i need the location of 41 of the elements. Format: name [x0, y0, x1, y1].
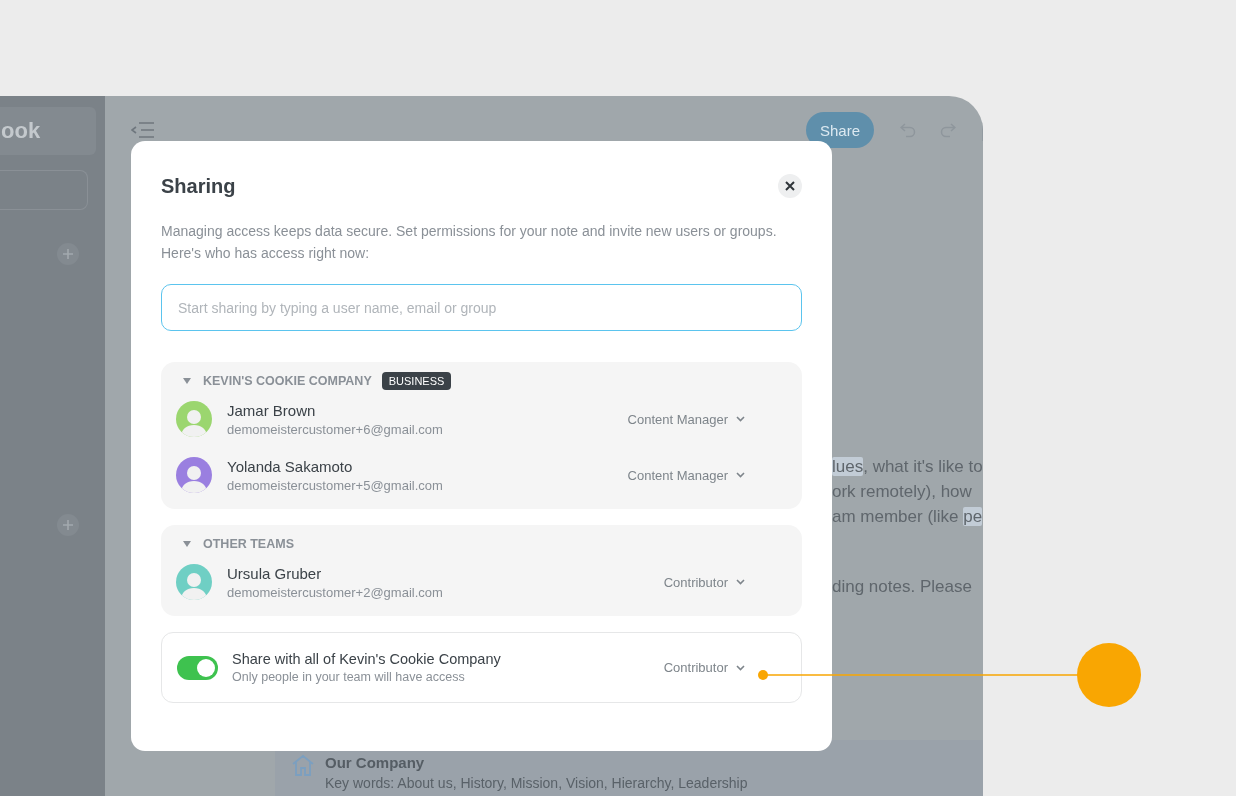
- member-name: Yolanda Sakamoto: [227, 457, 354, 475]
- toggle-hint: Only people in your team will have access: [232, 670, 466, 684]
- add-button[interactable]: [57, 514, 79, 536]
- toggle-label: Share with all of Kevin's Cookie Company: [232, 651, 501, 667]
- role-dropdown[interactable]: Contributor: [663, 660, 745, 675]
- dialog-title: Sharing: [161, 174, 236, 198]
- sidebar-title: ook: [0, 107, 96, 155]
- house-icon: [291, 754, 315, 776]
- plan-badge: BUSINESS: [381, 372, 452, 390]
- document-text: ork remotely), how: [832, 481, 973, 503]
- caret-icon[interactable]: [183, 378, 191, 384]
- document-text: ding notes. Please: [832, 576, 973, 598]
- chevron-down-icon: [736, 664, 745, 671]
- chevron-down-icon: [736, 416, 745, 422]
- group-name: OTHER TEAMS: [203, 537, 294, 551]
- share-search-field[interactable]: Start sharing by typing a user name, email or group: [161, 284, 802, 331]
- member-name: Jamar Brown: [227, 401, 317, 419]
- chevron-down-icon: [736, 472, 745, 478]
- share-button[interactable]: Share: [805, 112, 874, 148]
- plus-icon: [63, 520, 73, 530]
- plus-icon: [63, 249, 73, 259]
- close-icon: [785, 181, 795, 191]
- group-name: KEVIN'S COOKIE COMPANY: [203, 374, 372, 388]
- member-name: Ursula Gruber: [227, 564, 323, 582]
- collapse-sidebar-icon[interactable]: [131, 122, 155, 138]
- close-button[interactable]: [778, 174, 802, 198]
- dialog-description: Managing access keeps data secure. Set permissions for your note and invite new users or groups. Here's who has access right now:: [161, 222, 778, 263]
- add-button[interactable]: [57, 243, 79, 265]
- member-email: demomeistercustomer+2@gmail.com: [227, 584, 443, 600]
- member-email: demomeistercustomer+6@gmail.com: [227, 421, 443, 437]
- document-text: am member (like pe: [832, 506, 983, 528]
- role-dropdown[interactable]: Content Manager: [627, 467, 745, 483]
- card-title: Our Company: [325, 754, 426, 772]
- chevron-down-icon: [736, 579, 745, 585]
- caret-icon[interactable]: [183, 541, 191, 547]
- document-text: lues, what it's like to: [832, 456, 983, 478]
- role-dropdown[interactable]: Content Manager: [627, 411, 745, 427]
- toggle-switch[interactable]: [177, 655, 218, 680]
- member-email: demomeistercustomer+5@gmail.com: [227, 477, 443, 493]
- role-dropdown[interactable]: Contributor: [663, 574, 745, 590]
- card-keywords: Key words: About us, History, Mission, Vision, Hierarchy, Leadership: [325, 774, 748, 793]
